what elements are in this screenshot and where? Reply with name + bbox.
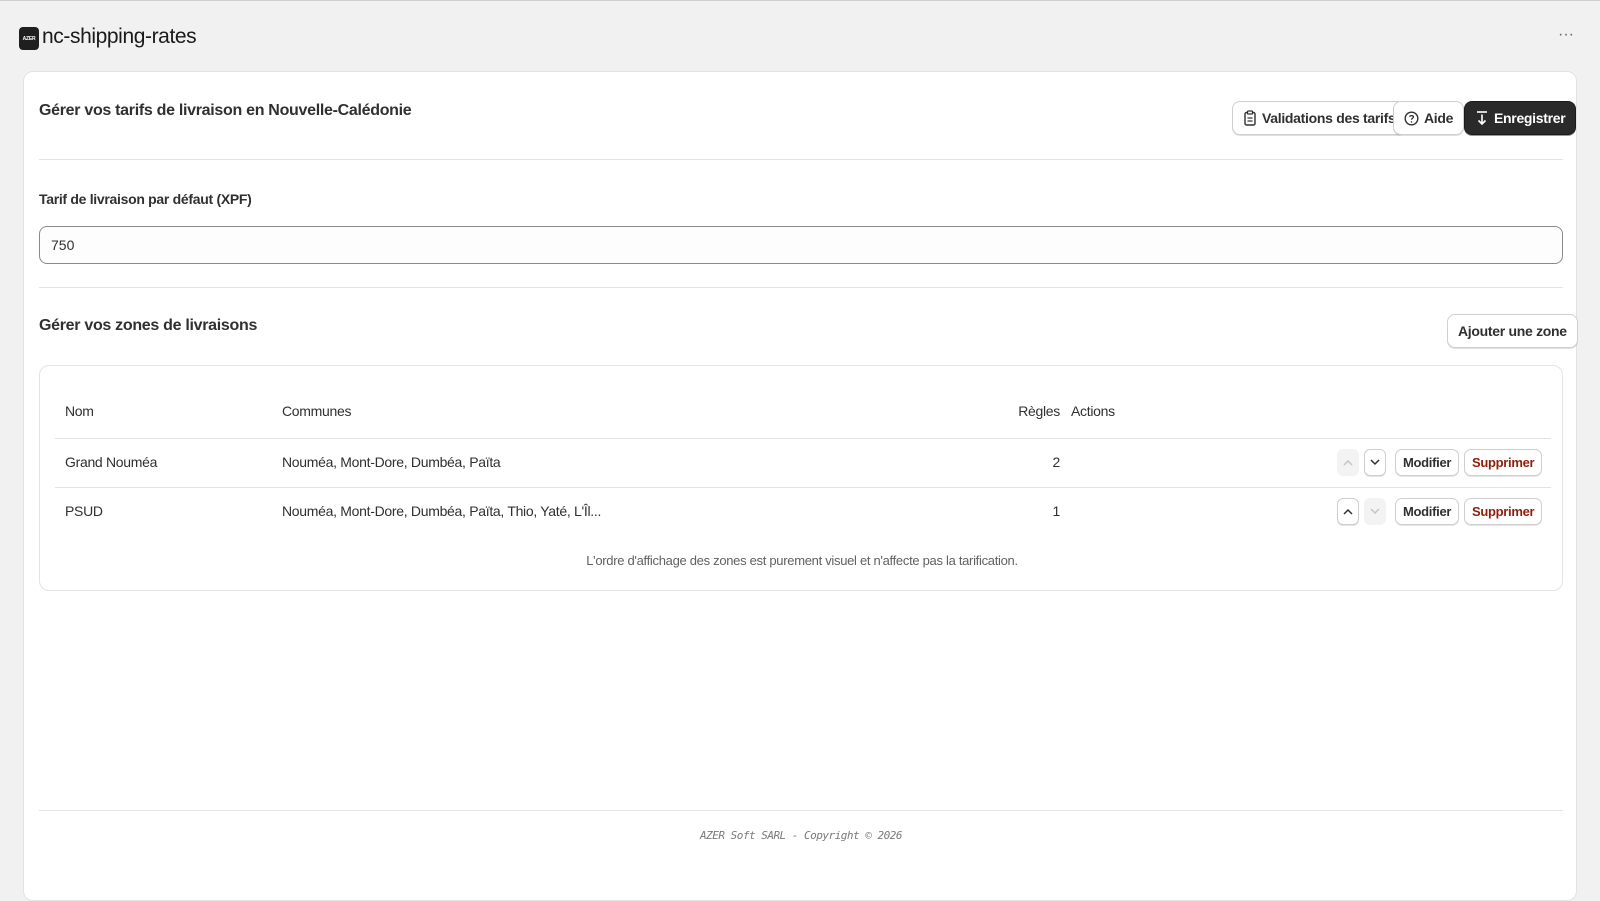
- help-button[interactable]: Aide: [1393, 101, 1465, 135]
- divider: [39, 810, 1563, 811]
- add-zone-label: Ajouter une zone: [1458, 323, 1567, 339]
- row-separator: [55, 487, 1551, 488]
- move-down-button[interactable]: [1364, 449, 1386, 476]
- save-label: Enregistrer: [1494, 110, 1566, 126]
- delete-zone-button[interactable]: Supprimer: [1464, 449, 1543, 476]
- app-logo: AZER: [19, 27, 39, 50]
- save-button[interactable]: Enregistrer: [1464, 101, 1577, 135]
- main-card: Gérer vos tarifs de livraison en Nouvell…: [23, 71, 1578, 901]
- default-rate-label: Tarif de livraison par défaut (XPF): [39, 191, 252, 207]
- footer-copyright: AZER Soft SARL - Copyright © 2026: [699, 829, 903, 842]
- column-header-communes: Communes: [282, 403, 352, 419]
- zone-communes: Nouméa, Mont-Dore, Dumbéa, Païta: [282, 454, 501, 470]
- add-zone-button[interactable]: Ajouter une zone: [1447, 314, 1578, 348]
- column-header-rules: Règles: [1018, 403, 1060, 419]
- move-up-button[interactable]: [1337, 449, 1359, 476]
- validate-rates-button[interactable]: Validations des tarifs: [1232, 101, 1407, 135]
- zone-name: PSUD: [65, 503, 103, 519]
- zone-rules-count: 2: [1052, 454, 1061, 470]
- divider: [39, 287, 1563, 288]
- zone-name: Grand Nouméa: [65, 454, 158, 470]
- validate-rates-label: Validations des tarifs: [1262, 110, 1396, 126]
- zones-order-note: L'ordre d'affichage des zones est pureme…: [586, 553, 1018, 568]
- zone-rules-count: 1: [1052, 503, 1061, 519]
- chevron-up-icon: [1343, 508, 1353, 515]
- chevron-up-icon: [1343, 459, 1353, 466]
- row-separator: [55, 438, 1551, 439]
- edit-zone-button[interactable]: Modifier: [1395, 498, 1460, 525]
- column-header-actions: Actions: [1071, 403, 1115, 419]
- divider: [39, 159, 1563, 160]
- app-header: AZER nc-shipping-rates ···: [0, 0, 1600, 72]
- move-down-button[interactable]: [1364, 498, 1386, 525]
- question-circle-icon: [1404, 110, 1419, 126]
- zones-table: Nom Communes Règles Actions Grand Nouméa…: [39, 365, 1563, 591]
- edit-zone-button[interactable]: Modifier: [1395, 449, 1460, 476]
- zone-communes: Nouméa, Mont-Dore, Dumbéa, Païta, Thio, …: [282, 503, 602, 519]
- default-rate-input[interactable]: [39, 226, 1563, 264]
- column-header-name: Nom: [65, 403, 94, 419]
- delete-zone-button[interactable]: Supprimer: [1464, 498, 1543, 525]
- clipboard-icon: [1244, 110, 1256, 126]
- zones-section-title: Gérer vos zones de livraisons: [39, 317, 258, 334]
- app-title: nc-shipping-rates: [42, 25, 197, 48]
- page-title: Gérer vos tarifs de livraison en Nouvell…: [39, 102, 412, 119]
- download-icon: [1477, 111, 1487, 126]
- more-actions-icon[interactable]: ···: [1554, 27, 1578, 47]
- move-up-button[interactable]: [1337, 498, 1359, 525]
- help-label: Aide: [1424, 110, 1454, 126]
- chevron-down-icon: [1370, 508, 1380, 515]
- chevron-down-icon: [1370, 459, 1380, 466]
